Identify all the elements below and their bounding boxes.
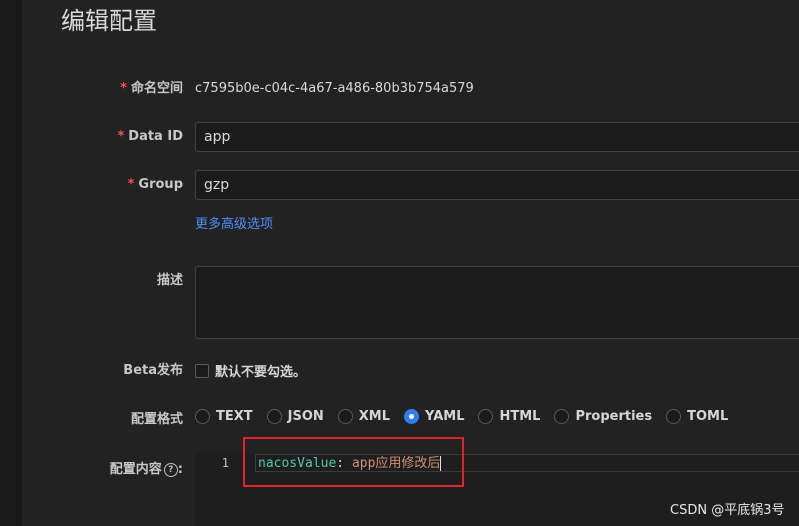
beta-checkbox-group[interactable]: 默认不要勾选。	[195, 361, 306, 380]
format-option-label[interactable]: JSON	[288, 409, 324, 424]
format-option-xml[interactable]: XML	[337, 409, 390, 424]
namespace-label: * 命名空间	[120, 80, 183, 98]
format-option-yaml[interactable]: YAML	[404, 409, 464, 424]
format-option-json[interactable]: JSON	[266, 409, 324, 424]
format-label: 配置格式	[130, 412, 183, 427]
namespace-value: c7595b0e-c04c-4a67-a486-80b3b754a579	[195, 81, 474, 96]
watermark: CSDN @平底锅3号	[670, 503, 785, 518]
line-number: 1	[221, 456, 229, 470]
required-mark: *	[120, 81, 127, 96]
format-option-properties[interactable]: Properties	[554, 409, 652, 424]
annotation-highlight-box	[243, 437, 464, 487]
content-label-colon: :	[177, 462, 183, 477]
page-title: 编辑配置	[61, 7, 157, 35]
radio-circle[interactable]	[666, 409, 682, 424]
radio-circle[interactable]	[554, 409, 570, 424]
group-label-text: Group	[138, 177, 183, 192]
editor-gutter: 1	[195, 453, 235, 526]
description-textarea[interactable]	[195, 266, 799, 339]
beta-checkbox[interactable]	[195, 363, 209, 378]
format-option-label[interactable]: XML	[359, 409, 390, 424]
beta-label: Beta发布	[123, 363, 183, 378]
radio-circle-checked[interactable]	[404, 409, 420, 424]
format-option-text[interactable]: TEXT	[195, 409, 253, 424]
content-label-text: 配置内容	[109, 462, 162, 477]
radio-circle[interactable]	[195, 409, 210, 424]
format-option-toml[interactable]: TOML	[666, 409, 728, 424]
required-mark: *	[117, 129, 125, 144]
data-id-label: * Data ID	[117, 128, 183, 146]
format-option-html[interactable]: HTML	[478, 409, 540, 424]
group-label: * Group	[128, 176, 183, 194]
namespace-label-text: 命名空间	[130, 81, 183, 96]
data-id-input[interactable]: app	[195, 122, 799, 152]
format-option-label[interactable]: YAML	[425, 409, 464, 424]
format-option-label[interactable]: Properties	[575, 409, 652, 424]
radio-circle[interactable]	[337, 409, 353, 424]
advanced-options-link[interactable]: 更多高级选项	[195, 216, 273, 234]
required-mark: *	[127, 177, 135, 192]
description-label: 描述	[156, 273, 183, 288]
format-option-label[interactable]: TOML	[687, 409, 728, 424]
format-option-label[interactable]: TEXT	[216, 409, 253, 424]
question-circle-icon[interactable]: ?	[163, 462, 178, 477]
format-option-label[interactable]: HTML	[499, 409, 540, 424]
content-label: 配置内容?:	[110, 461, 183, 479]
radio-circle[interactable]	[266, 409, 282, 424]
radio-circle[interactable]	[478, 409, 494, 424]
left-sidebar-edge	[0, 0, 22, 526]
format-radio-group: TEXT JSON XML YAML HTML Properties TOML	[195, 409, 742, 424]
beta-checkbox-label[interactable]: 默认不要勾选。	[215, 361, 306, 380]
group-input[interactable]: gzp	[195, 170, 799, 200]
data-id-label-text: Data ID	[128, 129, 183, 144]
